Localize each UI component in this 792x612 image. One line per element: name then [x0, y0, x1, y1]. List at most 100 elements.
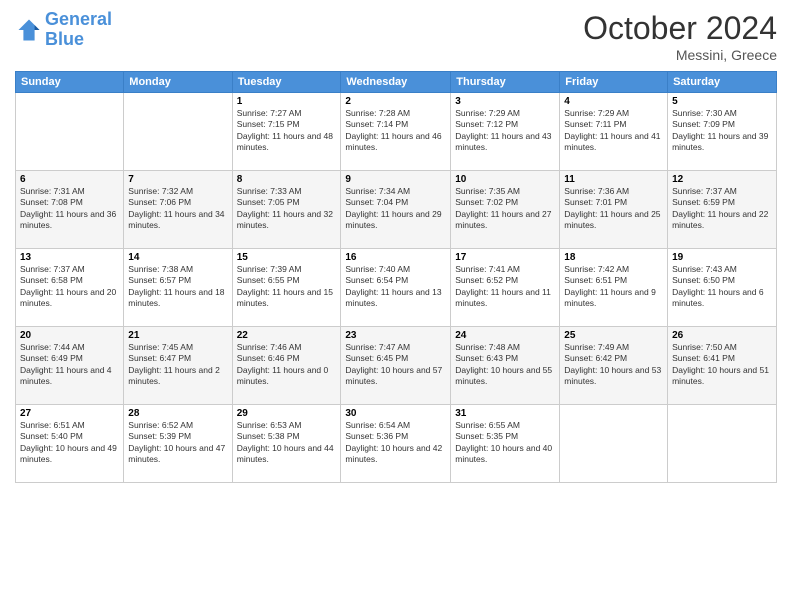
day-cell: 6Sunrise: 7:31 AMSunset: 7:08 PMDaylight… [16, 171, 124, 249]
week-row-0: 1Sunrise: 7:27 AMSunset: 7:15 PMDaylight… [16, 93, 777, 171]
day-info: Sunrise: 7:35 AMSunset: 7:02 PMDaylight:… [455, 186, 555, 232]
month-title: October 2024 [583, 10, 777, 47]
day-number: 3 [455, 96, 555, 107]
week-row-1: 6Sunrise: 7:31 AMSunset: 7:08 PMDaylight… [16, 171, 777, 249]
day-cell: 19Sunrise: 7:43 AMSunset: 6:50 PMDayligh… [668, 249, 777, 327]
day-info: Sunrise: 7:50 AMSunset: 6:41 PMDaylight:… [672, 342, 772, 388]
day-info: Sunrise: 7:30 AMSunset: 7:09 PMDaylight:… [672, 108, 772, 154]
day-cell [668, 405, 777, 483]
day-number: 30 [345, 408, 446, 419]
day-info: Sunrise: 7:34 AMSunset: 7:04 PMDaylight:… [345, 186, 446, 232]
day-info: Sunrise: 7:39 AMSunset: 6:55 PMDaylight:… [237, 264, 337, 310]
day-info: Sunrise: 6:55 AMSunset: 5:35 PMDaylight:… [455, 420, 555, 466]
day-cell: 8Sunrise: 7:33 AMSunset: 7:05 PMDaylight… [232, 171, 341, 249]
day-cell: 15Sunrise: 7:39 AMSunset: 6:55 PMDayligh… [232, 249, 341, 327]
day-info: Sunrise: 7:29 AMSunset: 7:11 PMDaylight:… [564, 108, 663, 154]
day-number: 22 [237, 330, 337, 341]
day-number: 25 [564, 330, 663, 341]
day-number: 15 [237, 252, 337, 263]
day-number: 8 [237, 174, 337, 185]
day-info: Sunrise: 7:42 AMSunset: 6:51 PMDaylight:… [564, 264, 663, 310]
col-header-thursday: Thursday [451, 72, 560, 93]
day-cell: 22Sunrise: 7:46 AMSunset: 6:46 PMDayligh… [232, 327, 341, 405]
day-info: Sunrise: 7:48 AMSunset: 6:43 PMDaylight:… [455, 342, 555, 388]
day-cell [124, 93, 232, 171]
day-cell: 7Sunrise: 7:32 AMSunset: 7:06 PMDaylight… [124, 171, 232, 249]
day-cell: 23Sunrise: 7:47 AMSunset: 6:45 PMDayligh… [341, 327, 451, 405]
day-info: Sunrise: 6:51 AMSunset: 5:40 PMDaylight:… [20, 420, 119, 466]
col-header-saturday: Saturday [668, 72, 777, 93]
day-cell: 20Sunrise: 7:44 AMSunset: 6:49 PMDayligh… [16, 327, 124, 405]
day-cell: 17Sunrise: 7:41 AMSunset: 6:52 PMDayligh… [451, 249, 560, 327]
day-cell: 24Sunrise: 7:48 AMSunset: 6:43 PMDayligh… [451, 327, 560, 405]
day-number: 11 [564, 174, 663, 185]
day-number: 10 [455, 174, 555, 185]
col-header-wednesday: Wednesday [341, 72, 451, 93]
day-number: 21 [128, 330, 227, 341]
logo-icon [15, 16, 43, 44]
day-info: Sunrise: 7:27 AMSunset: 7:15 PMDaylight:… [237, 108, 337, 154]
day-cell: 1Sunrise: 7:27 AMSunset: 7:15 PMDaylight… [232, 93, 341, 171]
day-cell: 10Sunrise: 7:35 AMSunset: 7:02 PMDayligh… [451, 171, 560, 249]
day-number: 4 [564, 96, 663, 107]
day-number: 27 [20, 408, 119, 419]
logo-text: General Blue [45, 10, 112, 50]
day-cell: 30Sunrise: 6:54 AMSunset: 5:36 PMDayligh… [341, 405, 451, 483]
day-cell: 4Sunrise: 7:29 AMSunset: 7:11 PMDaylight… [560, 93, 668, 171]
day-cell: 16Sunrise: 7:40 AMSunset: 6:54 PMDayligh… [341, 249, 451, 327]
day-info: Sunrise: 6:52 AMSunset: 5:39 PMDaylight:… [128, 420, 227, 466]
day-number: 1 [237, 96, 337, 107]
day-info: Sunrise: 7:41 AMSunset: 6:52 PMDaylight:… [455, 264, 555, 310]
day-number: 9 [345, 174, 446, 185]
day-cell: 21Sunrise: 7:45 AMSunset: 6:47 PMDayligh… [124, 327, 232, 405]
day-cell [16, 93, 124, 171]
day-number: 6 [20, 174, 119, 185]
title-block: October 2024 Messini, Greece [583, 10, 777, 63]
day-cell: 26Sunrise: 7:50 AMSunset: 6:41 PMDayligh… [668, 327, 777, 405]
day-info: Sunrise: 6:53 AMSunset: 5:38 PMDaylight:… [237, 420, 337, 466]
day-cell: 31Sunrise: 6:55 AMSunset: 5:35 PMDayligh… [451, 405, 560, 483]
day-number: 24 [455, 330, 555, 341]
day-cell: 29Sunrise: 6:53 AMSunset: 5:38 PMDayligh… [232, 405, 341, 483]
day-number: 29 [237, 408, 337, 419]
day-info: Sunrise: 7:44 AMSunset: 6:49 PMDaylight:… [20, 342, 119, 388]
day-cell: 3Sunrise: 7:29 AMSunset: 7:12 PMDaylight… [451, 93, 560, 171]
day-info: Sunrise: 7:29 AMSunset: 7:12 PMDaylight:… [455, 108, 555, 154]
logo-general: General [45, 9, 112, 29]
day-number: 28 [128, 408, 227, 419]
day-cell: 25Sunrise: 7:49 AMSunset: 6:42 PMDayligh… [560, 327, 668, 405]
day-number: 16 [345, 252, 446, 263]
day-info: Sunrise: 7:40 AMSunset: 6:54 PMDaylight:… [345, 264, 446, 310]
col-header-tuesday: Tuesday [232, 72, 341, 93]
week-row-2: 13Sunrise: 7:37 AMSunset: 6:58 PMDayligh… [16, 249, 777, 327]
day-cell: 18Sunrise: 7:42 AMSunset: 6:51 PMDayligh… [560, 249, 668, 327]
day-info: Sunrise: 7:46 AMSunset: 6:46 PMDaylight:… [237, 342, 337, 388]
day-number: 7 [128, 174, 227, 185]
day-cell: 12Sunrise: 7:37 AMSunset: 6:59 PMDayligh… [668, 171, 777, 249]
header: General Blue October 2024 Messini, Greec… [15, 10, 777, 63]
day-info: Sunrise: 7:36 AMSunset: 7:01 PMDaylight:… [564, 186, 663, 232]
day-number: 17 [455, 252, 555, 263]
day-cell: 14Sunrise: 7:38 AMSunset: 6:57 PMDayligh… [124, 249, 232, 327]
day-info: Sunrise: 6:54 AMSunset: 5:36 PMDaylight:… [345, 420, 446, 466]
location: Messini, Greece [583, 47, 777, 63]
day-number: 31 [455, 408, 555, 419]
day-info: Sunrise: 7:47 AMSunset: 6:45 PMDaylight:… [345, 342, 446, 388]
day-number: 2 [345, 96, 446, 107]
day-cell: 27Sunrise: 6:51 AMSunset: 5:40 PMDayligh… [16, 405, 124, 483]
day-number: 14 [128, 252, 227, 263]
day-cell: 28Sunrise: 6:52 AMSunset: 5:39 PMDayligh… [124, 405, 232, 483]
page: General Blue October 2024 Messini, Greec… [0, 0, 792, 612]
day-info: Sunrise: 7:43 AMSunset: 6:50 PMDaylight:… [672, 264, 772, 310]
col-header-friday: Friday [560, 72, 668, 93]
day-number: 19 [672, 252, 772, 263]
day-cell: 9Sunrise: 7:34 AMSunset: 7:04 PMDaylight… [341, 171, 451, 249]
calendar-header-row: SundayMondayTuesdayWednesdayThursdayFrid… [16, 72, 777, 93]
day-info: Sunrise: 7:37 AMSunset: 6:59 PMDaylight:… [672, 186, 772, 232]
day-number: 26 [672, 330, 772, 341]
day-info: Sunrise: 7:28 AMSunset: 7:14 PMDaylight:… [345, 108, 446, 154]
logo: General Blue [15, 10, 112, 50]
day-info: Sunrise: 7:38 AMSunset: 6:57 PMDaylight:… [128, 264, 227, 310]
week-row-4: 27Sunrise: 6:51 AMSunset: 5:40 PMDayligh… [16, 405, 777, 483]
day-cell [560, 405, 668, 483]
